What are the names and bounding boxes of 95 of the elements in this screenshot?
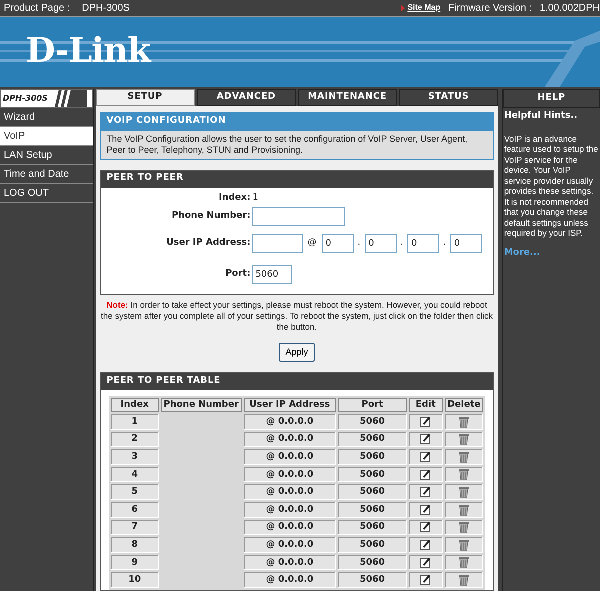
section-header: VOIP CONFIGURATION [100,112,494,131]
edit-icon[interactable] [420,539,432,550]
trash-icon[interactable] [459,450,470,463]
port-cell: 5060 [338,432,407,448]
ip-cell: @ 0.0.0.0 [244,554,336,570]
ip-octet-field[interactable]: 0 [364,234,397,254]
port-cell: 5060 [338,572,407,588]
phone-number-label: Phone Number: [170,210,251,223]
ip-octet-field[interactable]: 0 [450,234,482,254]
ip-cell: @ 0.0.0.0 [244,572,336,588]
ip-cell: @ 0.0.0.0 [244,520,336,536]
edit-icon[interactable] [420,486,432,498]
at-sign: @ [308,236,317,250]
edit-icon[interactable] [420,574,432,586]
port-cell: 5060 [338,537,407,553]
ip-cell: @ 0.0.0.0 [244,502,336,518]
dot-separator: . [443,236,446,250]
index-value: 1 [252,192,260,205]
trash-icon[interactable] [459,416,470,428]
ip-cell: @ 0.0.0.0 [244,449,336,465]
port-label: Port: [224,268,251,281]
column-header: Delete [445,398,484,412]
ip-field[interactable] [252,234,303,254]
ip-octet-field[interactable]: 0 [407,234,440,254]
trash-icon[interactable] [459,486,470,498]
index-cell: 4 [110,466,160,482]
section-header: PEER TO PEER TABLE [100,373,494,390]
port-field[interactable]: 5060 [252,265,292,284]
index-cell: 6 [110,502,160,518]
index-cell: 10 [110,572,160,588]
help-tab[interactable]: HELP [503,89,600,108]
index-cell: 5 [110,484,160,500]
nav-tab[interactable]: SETUP [96,89,195,106]
edit-icon[interactable] [420,433,432,444]
firmware-label: Firmware Version : [448,2,532,16]
port-cell: 5060 [338,414,407,430]
section-header: PEER TO PEER [100,170,494,188]
index-label: Index: [218,192,251,205]
dot-separator: . [400,236,404,250]
site-map-link[interactable]: Site Map [408,2,441,14]
help-title: Helpful Hints.. [503,110,579,123]
nav-tab[interactable]: ADVANCED [196,89,296,106]
help-text: VoIP is an advance feature used to setup the VoIP service for the device. Your VoIP service provider usually provides these settings. It is not recommended that you change these default settings unless required by your ISP. [503,134,600,238]
reboot-note: Note: In order to take effect your settings, please must reboot the system. However, you could reboot the system after you complete all of your settings. To reboot the system, just click on the folder then click the button. [100,300,494,334]
firmware-version: 1.00.002DPH [540,2,600,16]
section-description: The VoIP Configuration allows the user to set the configuration of VoIP Server, User Agent, Peer to Peer, Telephony, STUN and Provisioning. [100,130,494,159]
trash-icon[interactable] [459,504,470,516]
edit-icon[interactable] [420,416,432,427]
trash-icon[interactable] [459,574,470,586]
nav-tab[interactable]: MAINTENANCE [298,89,398,106]
d-link-logo: D-Link [26,31,150,71]
trash-icon[interactable] [459,468,470,480]
column-header: User IP Address [244,398,336,412]
edit-icon[interactable] [420,504,432,515]
trash-icon[interactable] [459,521,470,534]
column-header: Port [338,398,407,412]
trash-icon[interactable] [459,556,470,568]
port-cell: 5060 [338,466,407,482]
trash-icon[interactable] [459,538,470,551]
product-name: DPH-300S [82,2,130,16]
ip-cell: @ 0.0.0.0 [244,537,336,553]
model-name: DPH-300S [3,92,48,104]
nav-tab[interactable]: STATUS [399,89,498,106]
column-header: Phone Number [161,398,242,412]
arrow-icon [400,4,405,12]
port-cell: 5060 [338,502,407,518]
ip-octet-field[interactable]: 0 [322,234,354,254]
index-cell: 8 [110,537,160,553]
phone-number-field[interactable] [252,207,345,226]
edit-icon[interactable] [420,451,432,462]
edit-icon[interactable] [420,556,432,568]
ip-cell: @ 0.0.0.0 [244,432,336,448]
edit-icon[interactable] [420,521,432,532]
dot-separator: . [358,236,361,250]
more-link[interactable]: More... [503,246,600,260]
index-cell: 9 [110,554,160,570]
port-cell: 5060 [338,484,407,500]
ip-cell: @ 0.0.0.0 [244,414,336,430]
user-ip-label: User IP Address: [166,236,251,250]
apply-button[interactable]: Apply [278,343,316,362]
port-cell: 5060 [338,449,407,465]
column-header: Edit [408,398,443,412]
port-cell: 5060 [338,520,407,536]
column-header: Index [110,398,160,412]
ip-cell: @ 0.0.0.0 [244,484,336,500]
index-cell: 2 [110,432,160,448]
trash-icon[interactable] [459,433,470,446]
index-cell: 7 [110,520,160,536]
ip-cell: @ 0.0.0.0 [244,466,336,482]
sidebar-item[interactable]: VoIP [0,127,93,146]
product-label: Product Page : [4,2,70,16]
index-cell: 3 [110,449,160,465]
edit-icon[interactable] [420,468,432,480]
index-cell: 1 [110,414,160,430]
port-cell: 5060 [338,554,407,570]
